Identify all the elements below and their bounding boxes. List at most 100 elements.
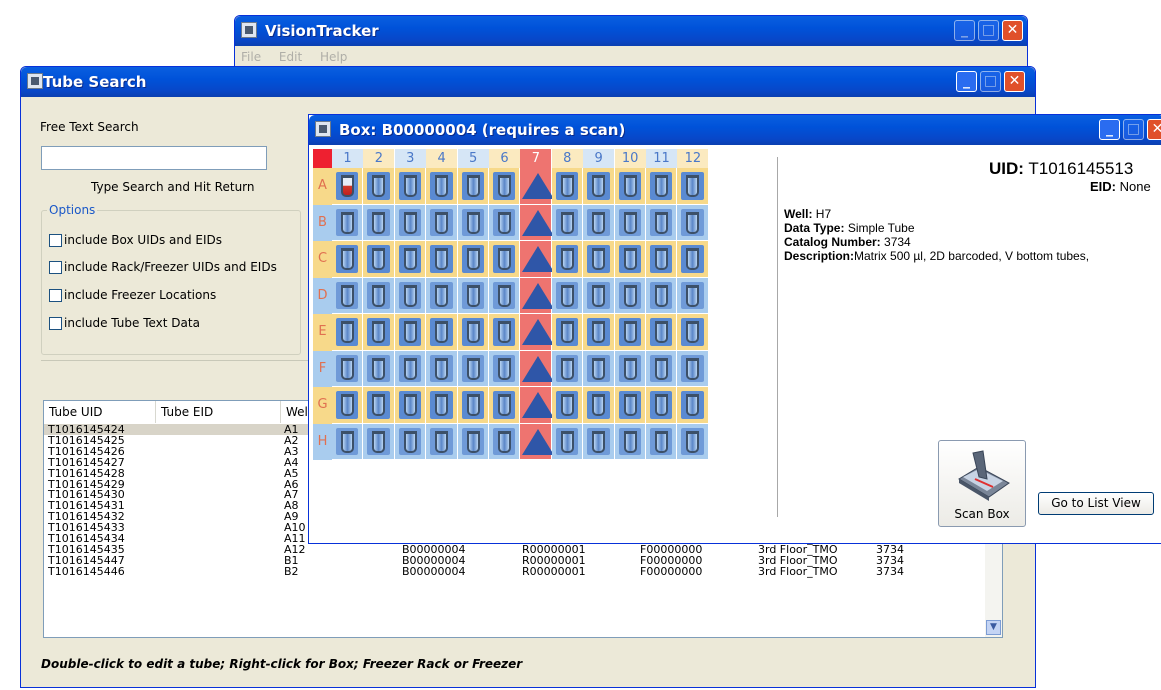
well-cell[interactable] (363, 277, 395, 314)
maximize-button[interactable]: □ (980, 71, 1001, 92)
well-cell[interactable] (551, 277, 584, 314)
well-cell[interactable] (520, 387, 555, 424)
well-cell[interactable] (614, 423, 646, 460)
well-cell[interactable] (583, 204, 615, 241)
scroll-down-button[interactable]: ▼ (986, 620, 1001, 635)
well-cell[interactable] (614, 277, 646, 314)
well-cell[interactable] (583, 314, 615, 351)
well-cell[interactable] (583, 350, 615, 387)
well-cell[interactable] (614, 241, 646, 278)
well-cell[interactable] (646, 387, 678, 424)
well-cell[interactable] (426, 350, 458, 387)
well-cell[interactable] (583, 241, 615, 278)
well-cell[interactable] (677, 204, 709, 241)
column-header[interactable]: 3 (394, 149, 426, 168)
column-header-tube-uid[interactable]: Tube UID (44, 401, 156, 423)
well-cell[interactable] (646, 350, 678, 387)
well-cell[interactable] (646, 314, 678, 351)
column-header[interactable]: 2 (363, 149, 395, 168)
well-cell[interactable] (614, 387, 646, 424)
well-cell[interactable] (614, 350, 646, 387)
row-header[interactable]: H (313, 423, 332, 460)
well-cell[interactable] (363, 387, 395, 424)
row-header[interactable]: A (313, 168, 332, 205)
well-cell[interactable] (551, 423, 584, 460)
search-input[interactable] (41, 146, 267, 170)
well-cell[interactable] (457, 423, 489, 460)
well-cell[interactable] (614, 314, 646, 351)
menu-file[interactable]: File (241, 50, 261, 64)
well-cell[interactable] (551, 314, 584, 351)
maximize-button[interactable]: □ (1123, 119, 1144, 140)
scan-box-button[interactable]: Scan Box (938, 440, 1026, 527)
well-cell[interactable] (614, 168, 646, 205)
table-row[interactable]: T1016145435 A12 B00000004 R00000001 F0000000… (44, 544, 987, 555)
well-cell[interactable] (520, 168, 555, 205)
column-header[interactable]: 11 (646, 149, 677, 168)
well-cell[interactable] (489, 387, 521, 424)
well-cell[interactable] (677, 314, 709, 351)
well-cell[interactable] (363, 423, 395, 460)
option-checkbox-freezer-locations[interactable] (49, 289, 62, 302)
well-cell[interactable] (332, 350, 364, 387)
well-cell[interactable] (489, 204, 521, 241)
well-cell[interactable] (332, 204, 364, 241)
well-cell[interactable] (677, 350, 709, 387)
table-row[interactable]: T1016145447 B1 B00000004 R00000001 F00000000… (44, 555, 987, 566)
close-button[interactable]: ✕ (1147, 119, 1161, 140)
minimize-button[interactable]: _ (1099, 119, 1120, 140)
well-cell[interactable] (489, 241, 521, 278)
row-header[interactable]: G (313, 387, 332, 424)
well-cell[interactable] (520, 423, 555, 460)
well-cell[interactable] (520, 277, 555, 314)
well-cell[interactable] (426, 277, 458, 314)
well-cell[interactable] (426, 168, 458, 205)
minimize-button[interactable]: _ (954, 20, 975, 41)
well-cell[interactable] (583, 277, 615, 314)
column-header[interactable]: 12 (677, 149, 709, 168)
well-cell[interactable] (457, 350, 489, 387)
well-cell[interactable] (332, 168, 364, 205)
well-cell[interactable] (457, 387, 489, 424)
table-row[interactable]: T1016145446 B2 B00000004 R00000001 F00000000… (44, 566, 987, 577)
well-cell[interactable] (457, 204, 489, 241)
well-cell[interactable] (520, 350, 555, 387)
well-cell[interactable] (394, 314, 427, 351)
well-cell[interactable] (332, 277, 364, 314)
well-cell[interactable] (457, 277, 489, 314)
well-cell[interactable] (332, 314, 364, 351)
well-cell[interactable] (520, 204, 555, 241)
well-cell[interactable] (646, 241, 678, 278)
well-cell[interactable] (614, 204, 646, 241)
well-cell[interactable] (583, 387, 615, 424)
column-header-tube-eid[interactable]: Tube EID (156, 401, 281, 423)
column-header[interactable]: 6 (489, 149, 520, 168)
column-header[interactable]: 8 (551, 149, 583, 168)
well-cell[interactable] (332, 387, 364, 424)
close-button[interactable]: ✕ (1004, 71, 1025, 92)
box-titlebar[interactable]: Box: B00000004 (requires a scan) _ □ ✕ (309, 115, 1161, 145)
well-cell[interactable] (551, 350, 584, 387)
column-header[interactable]: 7 (520, 149, 552, 168)
column-header[interactable]: 9 (583, 149, 615, 168)
well-cell[interactable] (363, 204, 395, 241)
well-cell[interactable] (677, 387, 709, 424)
well-cell[interactable] (677, 277, 709, 314)
go-to-list-view-button[interactable]: Go to List View (1038, 492, 1154, 515)
well-cell[interactable] (457, 241, 489, 278)
well-cell[interactable] (677, 423, 709, 460)
well-cell[interactable] (551, 387, 584, 424)
well-cell[interactable] (457, 168, 489, 205)
option-checkbox-rack-freezer[interactable] (49, 261, 62, 274)
well-cell[interactable] (489, 314, 521, 351)
maximize-button[interactable]: □ (978, 20, 999, 41)
well-cell[interactable] (583, 168, 615, 205)
well-cell[interactable] (363, 168, 395, 205)
row-header[interactable]: F (313, 350, 332, 387)
well-cell[interactable] (394, 387, 427, 424)
well-cell[interactable] (646, 277, 678, 314)
close-button[interactable]: ✕ (1002, 20, 1023, 41)
well-cell[interactable] (363, 350, 395, 387)
well-cell[interactable] (394, 423, 427, 460)
well-cell[interactable] (426, 423, 458, 460)
